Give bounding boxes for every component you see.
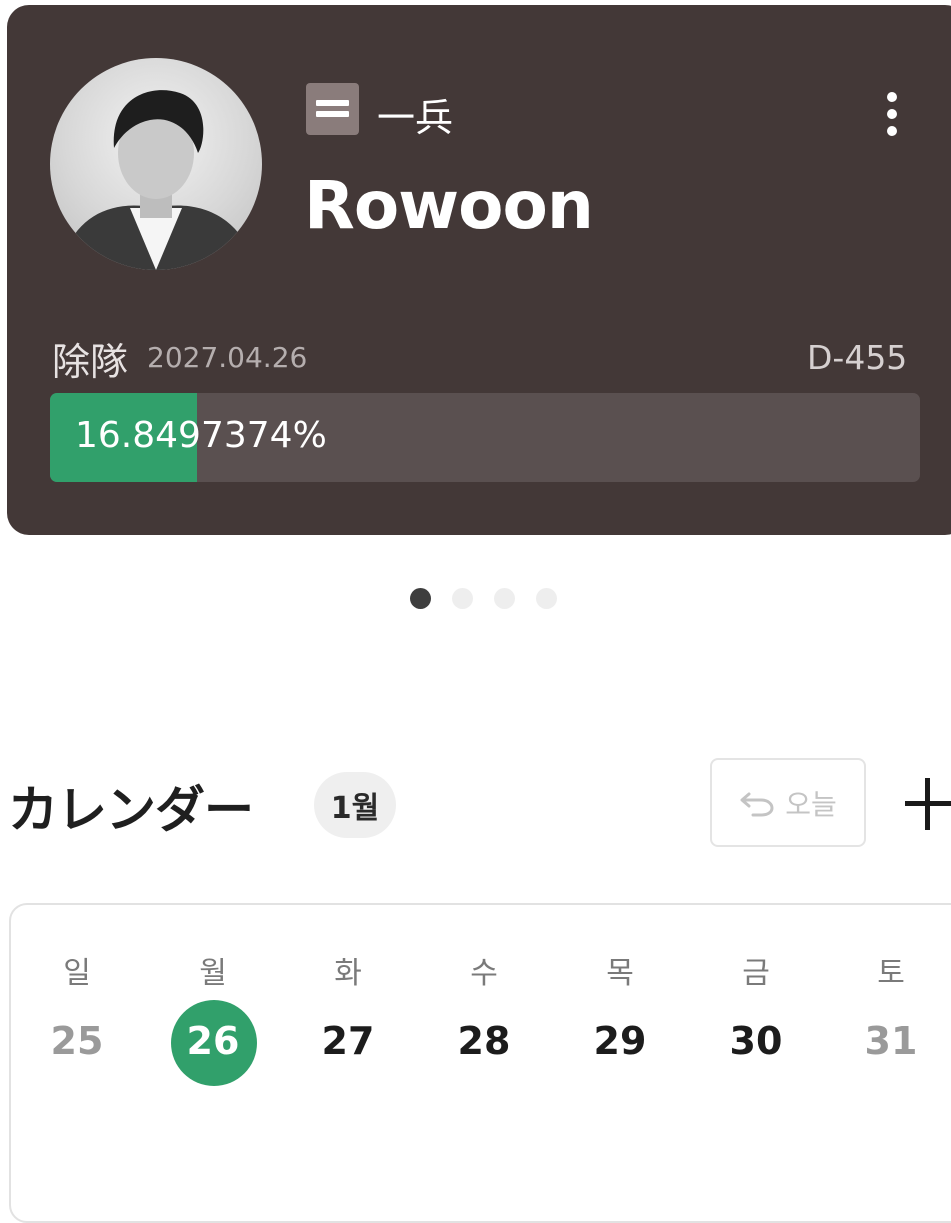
calendar-day[interactable]: 27 — [305, 1019, 391, 1063]
service-progress-bar: 16.8497374% — [50, 393, 920, 482]
more-vertical-icon[interactable] — [887, 92, 899, 138]
weekday-label: 화 — [334, 956, 362, 991]
pager-dot[interactable] — [494, 588, 515, 609]
discharge-label: 除隊 — [52, 340, 129, 384]
calendar-day[interactable]: 26 — [170, 1019, 256, 1063]
month-chip[interactable]: 1월 — [314, 772, 396, 838]
profile-card[interactable]: 一兵 Rowoon 除隊 2027.04.26 D-455 16.8497374… — [7, 5, 951, 535]
d-day-counter: D-455 — [807, 338, 908, 377]
avatar — [50, 58, 262, 270]
plus-icon[interactable] — [905, 778, 951, 830]
pager-dot[interactable] — [536, 588, 557, 609]
weekday-label: 목 — [606, 956, 634, 991]
weekday-label: 수 — [470, 956, 498, 991]
soldier-name: Rowoon — [304, 167, 594, 244]
calendar-title: カレンダー — [8, 781, 254, 839]
progress-percent: 16.8497374% — [75, 415, 327, 456]
calendar-day[interactable]: 29 — [577, 1019, 663, 1063]
weekday-label: 일 — [63, 956, 91, 991]
weekday-label: 금 — [742, 956, 770, 991]
weekday-label: 월 — [199, 956, 227, 991]
calendar-day[interactable]: 30 — [713, 1019, 799, 1063]
weekday-label: 토 — [877, 956, 905, 991]
pager-dot[interactable] — [452, 588, 473, 609]
calendar-day[interactable]: 25 — [34, 1019, 120, 1063]
today-button[interactable]: 오늘 — [710, 758, 866, 847]
today-button-label: 오늘 — [785, 787, 837, 821]
rank-label: 一兵 — [377, 96, 454, 140]
discharge-date: 2027.04.26 — [147, 341, 308, 374]
calendar-day[interactable]: 28 — [441, 1019, 527, 1063]
pager-dot[interactable] — [410, 588, 431, 609]
rank-insignia-icon — [306, 83, 359, 135]
avatar-photo — [60, 90, 255, 270]
calendar-day[interactable]: 31 — [848, 1019, 934, 1063]
undo-arrow-icon — [740, 792, 774, 816]
